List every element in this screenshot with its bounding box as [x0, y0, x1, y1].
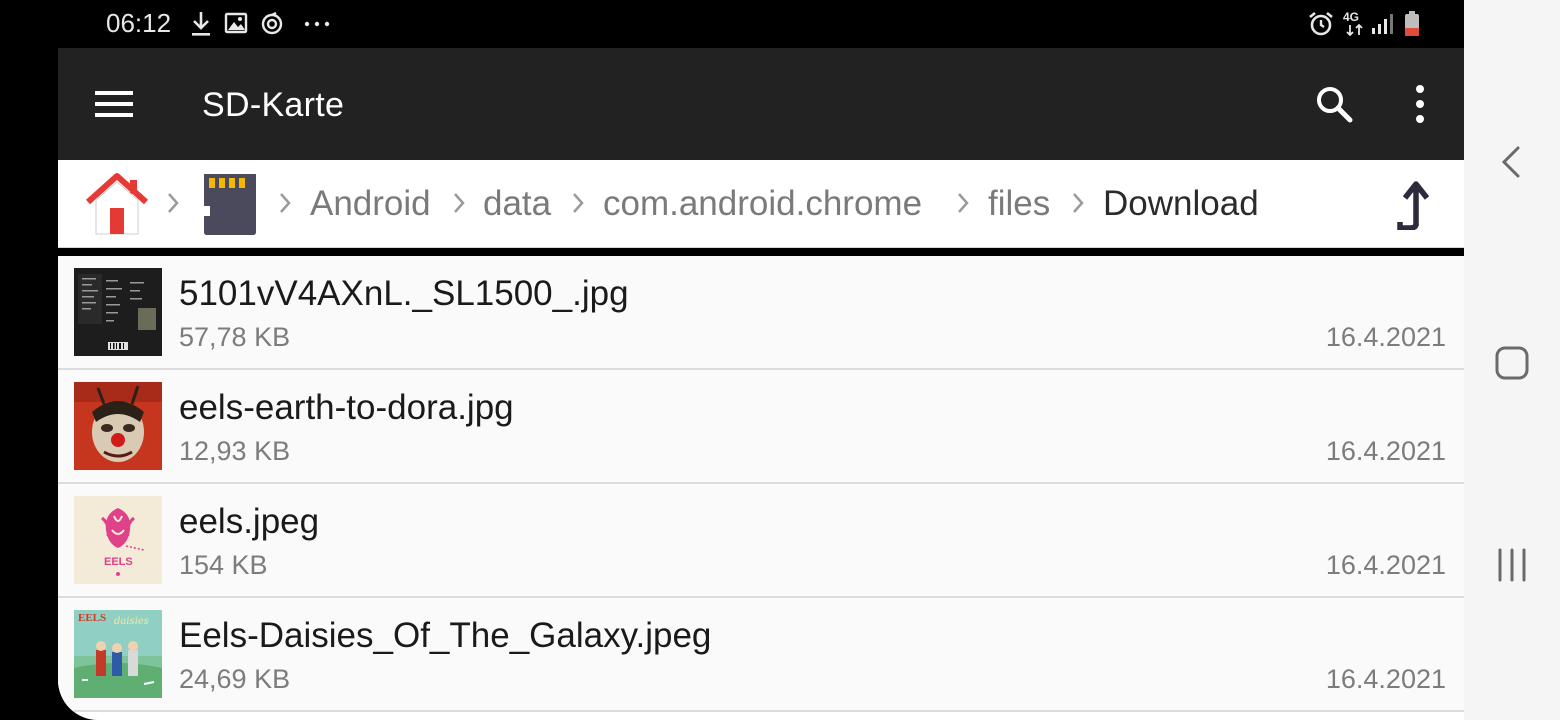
file-name: eels-earth-to-dora.jpg: [179, 388, 514, 427]
file-date: 16.4.2021: [1325, 322, 1446, 352]
app-screen: 06:12 4G SD-Karte Android data com.andro…: [58, 0, 1464, 720]
page-title: SD-Karte: [202, 86, 345, 124]
search-button[interactable]: [1310, 80, 1358, 128]
breadcrumb-item-data[interactable]: data: [483, 184, 551, 224]
signal-icon: [1372, 14, 1393, 34]
search-icon: [1317, 87, 1353, 123]
chevron-right-icon: [454, 193, 465, 213]
hamburger-menu-icon: [95, 91, 133, 117]
chevron-right-icon: [958, 193, 969, 213]
overflow-menu-button[interactable]: [1400, 80, 1440, 128]
sd-card-icon[interactable]: [200, 172, 260, 236]
alarm-icon: [1309, 11, 1333, 36]
file-size: 24,69 KB: [179, 664, 291, 694]
download-icon: [192, 12, 210, 36]
recents-icon[interactable]: [1492, 545, 1532, 585]
file-row[interactable]: EELS eels.jpeg 154 KB 16.4.2021: [58, 484, 1464, 598]
app-toolbar: SD-Karte: [58, 48, 1464, 160]
breadcrumb: Android data com.android.chrome files Do…: [58, 160, 1464, 248]
navigation-bar: [1464, 0, 1560, 720]
chevron-right-icon: [573, 193, 584, 213]
file-size: 154 KB: [179, 550, 268, 580]
file-name: eels.jpeg: [179, 502, 320, 541]
clown-painting-thumbnail: [74, 382, 162, 470]
chevron-right-icon: [280, 193, 291, 213]
sync-icon: [261, 11, 283, 35]
file-row[interactable]: 5101vV4AXnL._SL1500_.jpg 57,78 KB 16.4.2…: [58, 256, 1464, 370]
network-4g-icon: 4G: [1343, 10, 1367, 38]
battery-icon: [1405, 11, 1419, 36]
file-size: 12,93 KB: [179, 436, 291, 466]
daisies-album-thumbnail: daisies EELS: [74, 610, 162, 698]
file-size: 57,78 KB: [179, 322, 291, 352]
file-list: 5101vV4AXnL._SL1500_.jpg 57,78 KB 16.4.2…: [58, 256, 1464, 720]
file-date: 16.4.2021: [1325, 436, 1446, 466]
status-bar: 06:12 4G: [58, 0, 1464, 48]
breadcrumb-item-chrome[interactable]: com.android.chrome: [603, 184, 922, 224]
chevron-right-icon: [1073, 193, 1084, 213]
menu-button[interactable]: [88, 82, 140, 126]
overflow-menu-icon: [1416, 85, 1424, 123]
file-row[interactable]: eels-earth-to-dora.jpg 12,93 KB 16.4.202…: [58, 370, 1464, 484]
file-name: Eels-Daisies_Of_The_Galaxy.jpeg: [179, 616, 712, 655]
file-row[interactable]: daisies EELS Eels-Daisies_Of_The_Galaxy.…: [58, 598, 1464, 712]
file-name: 5101vV4AXnL._SL1500_.jpg: [179, 274, 629, 313]
home-nav-icon[interactable]: [1492, 343, 1532, 383]
status-time: 06:12: [106, 8, 172, 38]
chevron-right-icon: [168, 193, 179, 213]
breadcrumb-item-download[interactable]: Download: [1103, 184, 1259, 224]
breadcrumb-item-android[interactable]: Android: [310, 184, 431, 224]
home-icon[interactable]: [84, 172, 150, 236]
file-date: 16.4.2021: [1325, 664, 1446, 694]
dark-album-back-thumbnail: [74, 268, 162, 356]
more-dots-icon: [304, 21, 330, 27]
image-icon: [224, 12, 248, 34]
breadcrumb-item-files[interactable]: files: [988, 184, 1050, 224]
back-icon[interactable]: [1492, 142, 1532, 182]
svg-text:daisies: daisies: [114, 616, 149, 627]
pink-eels-logo-thumbnail: EELS: [74, 496, 162, 584]
up-arrow-icon[interactable]: [1392, 178, 1436, 230]
file-date: 16.4.2021: [1325, 550, 1446, 580]
